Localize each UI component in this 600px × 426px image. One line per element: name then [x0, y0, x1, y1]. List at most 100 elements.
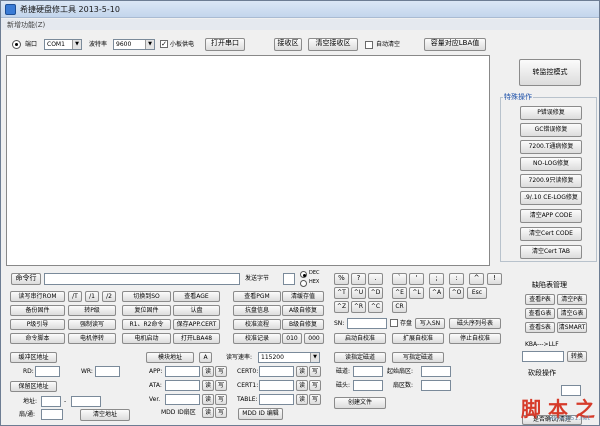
wr-input[interactable]: [95, 366, 120, 377]
write-sn-button[interactable]: 写入SN: [415, 318, 445, 329]
hex-radio[interactable]: [300, 280, 307, 287]
key-button[interactable]: ': [409, 273, 424, 285]
start-calib-button[interactable]: 启动自校准: [334, 333, 386, 344]
expand-calib-button[interactable]: 扩展自校准: [392, 333, 444, 344]
grid-button[interactable]: 强制读写: [68, 319, 116, 330]
key-button[interactable]: CR: [392, 301, 407, 313]
sector-input[interactable]: [41, 409, 63, 420]
grid-button[interactable]: 转P级: [68, 305, 116, 316]
defect-button[interactable]: 查看S表: [525, 322, 555, 333]
grid-button[interactable]: 认盘: [173, 305, 220, 316]
grid-button[interactable]: /2: [102, 291, 116, 302]
grid-button[interactable]: 读写串行ROM: [10, 291, 65, 302]
grid-button[interactable]: A级自修复: [282, 305, 324, 316]
key-button[interactable]: `: [392, 273, 407, 285]
defect-button[interactable]: 清SMART: [557, 322, 587, 333]
special-button[interactable]: NO-LOG修复: [520, 157, 582, 171]
send-bytes-input[interactable]: [283, 273, 295, 285]
grid-button[interactable]: B级自修复: [282, 319, 324, 330]
ata-write-button[interactable]: 写: [215, 380, 227, 391]
ver-write-button[interactable]: 写: [215, 394, 227, 405]
key-button[interactable]: ^L: [409, 287, 424, 299]
grid-button[interactable]: 查看AGE: [173, 291, 220, 302]
grid-button[interactable]: /1: [85, 291, 99, 302]
sn-input[interactable]: [347, 318, 387, 329]
grid-button[interactable]: /T: [68, 291, 82, 302]
write-track-button[interactable]: 写指定磁道: [392, 352, 444, 363]
cert0-write-button[interactable]: 写: [309, 366, 321, 377]
capacity-lba-button[interactable]: 容量对应LBA值: [424, 38, 486, 51]
special-button[interactable]: 清空Cert TAB: [520, 245, 582, 259]
addr-input-1[interactable]: [41, 396, 61, 407]
grid-button[interactable]: 备份固件: [10, 305, 65, 316]
special-button[interactable]: 清空Cert CODE: [520, 227, 582, 241]
grid-button[interactable]: 电机停转: [68, 333, 116, 344]
app-write-button[interactable]: 写: [215, 366, 227, 377]
defect-button[interactable]: 查看G表: [525, 308, 555, 319]
save-checkbox[interactable]: [390, 319, 398, 327]
key-button[interactable]: ^R: [351, 301, 366, 313]
buffer-address-button[interactable]: 缓冲区地址: [10, 352, 57, 363]
key-button[interactable]: ^C: [368, 301, 383, 313]
receive-textarea[interactable]: [6, 55, 490, 266]
a-button[interactable]: A: [199, 352, 212, 363]
key-button[interactable]: ^A: [429, 287, 444, 299]
auto-clear-checkbox[interactable]: [365, 41, 373, 49]
key-button[interactable]: %: [334, 273, 349, 285]
stop-calib-button[interactable]: 停止自校准: [449, 333, 501, 344]
grid-button[interactable]: 校准记录: [233, 333, 281, 344]
baud-select[interactable]: 9600 ▼: [113, 39, 155, 50]
key-button[interactable]: Esc: [467, 287, 487, 299]
command-line-button[interactable]: 命令行: [11, 273, 41, 285]
read-track-button[interactable]: 读指定磁道: [334, 352, 386, 363]
clear-address-button[interactable]: 清空地址: [80, 409, 130, 421]
addr-input-2[interactable]: [71, 396, 101, 407]
ver-read-button[interactable]: 读: [202, 394, 214, 405]
clear-recv-button[interactable]: 清空接收区: [308, 38, 358, 51]
ata-input[interactable]: [165, 380, 200, 391]
rd-input[interactable]: [35, 366, 60, 377]
key-button[interactable]: ^U: [351, 287, 366, 299]
command-input[interactable]: [44, 273, 240, 285]
mdd-read-button[interactable]: 读: [202, 407, 214, 418]
key-button[interactable]: ?: [351, 273, 366, 285]
table-read-button[interactable]: 读: [296, 394, 308, 405]
grid-button[interactable]: R1、R2命令: [122, 319, 171, 330]
defect-button[interactable]: 查看P表: [525, 294, 555, 305]
table-input[interactable]: [259, 394, 294, 405]
special-button[interactable]: 清空APP CODE: [520, 209, 582, 223]
port-select[interactable]: COM1 ▼: [44, 39, 82, 50]
grid-button[interactable]: 复位固件: [122, 305, 171, 316]
speed-select[interactable]: 115200 ▼: [258, 352, 320, 363]
grid-button[interactable]: 清缓存值: [282, 291, 324, 302]
protect-address-button[interactable]: 保留区地址: [10, 381, 57, 392]
grid-button[interactable]: 000: [304, 333, 324, 344]
key-button[interactable]: !: [487, 273, 502, 285]
special-button[interactable]: P错误修复: [520, 106, 582, 120]
key-button[interactable]: ^E: [392, 287, 407, 299]
grid-button[interactable]: 切换到SO: [122, 291, 171, 302]
key-button[interactable]: ^: [469, 273, 484, 285]
convert-button[interactable]: 转换: [567, 351, 587, 362]
key-button[interactable]: ^D: [368, 287, 383, 299]
sector-count-input[interactable]: [421, 380, 451, 391]
grid-button[interactable]: 电机启动: [122, 333, 171, 344]
menu-new-features[interactable]: 新增功能(Z): [7, 20, 45, 30]
mdd-write-button[interactable]: 写: [215, 407, 227, 418]
key-button[interactable]: ^Z: [334, 301, 349, 313]
head-serial-button[interactable]: 磁头序列号表: [449, 318, 501, 329]
cert1-input[interactable]: [259, 380, 294, 391]
start-sector-input[interactable]: [421, 366, 451, 377]
table-write-button[interactable]: 写: [309, 394, 321, 405]
grid-button[interactable]: 打开LBA48: [173, 333, 220, 344]
recv-area-button[interactable]: 接收区: [274, 38, 302, 51]
track-input[interactable]: [353, 366, 383, 377]
dec-radio[interactable]: [300, 271, 307, 278]
grid-button[interactable]: 010: [282, 333, 302, 344]
cert0-read-button[interactable]: 读: [296, 366, 308, 377]
special-button[interactable]: GC错误修复: [520, 123, 582, 137]
grid-button[interactable]: 命令脚本: [10, 333, 65, 344]
module-address-button[interactable]: 模块地址: [146, 352, 194, 363]
grid-button[interactable]: 抗盘信息: [233, 305, 281, 316]
key-button[interactable]: ^O: [449, 287, 464, 299]
